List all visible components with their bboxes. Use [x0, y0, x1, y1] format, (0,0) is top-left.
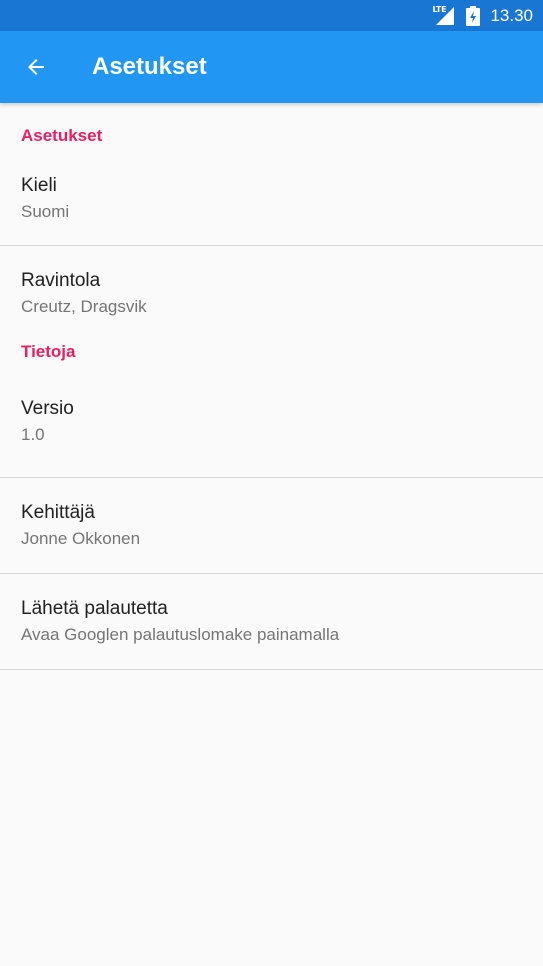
pref-title: Versio [21, 398, 74, 419]
arrow-back-icon [28, 59, 44, 75]
status-clock: 13.30 [490, 5, 533, 25]
section-header-settings: Asetukset [21, 126, 103, 145]
pref-title: Lähetä palautetta [21, 597, 168, 619]
status-bar: LTE 13.30 [0, 0, 543, 31]
pref-summary: Creutz, Dragsvik [21, 297, 147, 316]
divider [0, 669, 543, 670]
section-header-about: Tietoja [21, 342, 76, 361]
pref-version[interactable]: Versio 1.0 [0, 388, 543, 477]
back-button[interactable] [0, 31, 72, 103]
pref-title: Kieli [21, 175, 57, 196]
pref-language[interactable]: Kieli Suomi [0, 169, 543, 245]
pref-summary: Avaa Googlen palautuslomake painamalla [21, 624, 340, 644]
pref-send-feedback[interactable]: Lähetä palautetta Avaa Googlen palautusl… [0, 574, 543, 669]
pref-summary: Suomi [21, 202, 70, 221]
app-bar: Asetukset [0, 31, 543, 103]
preferences-list: Asetukset Kieli Suomi Ravintola Creutz, … [0, 103, 543, 670]
pref-title: Ravintola [21, 270, 101, 291]
pref-developer[interactable]: Kehittäjä Jonne Okkonen [0, 478, 543, 573]
pref-summary: 1.0 [21, 425, 45, 444]
page-title: Asetukset [92, 53, 207, 80]
battery-charging-icon [466, 5, 481, 26]
pref-title: Kehittäjä [21, 501, 95, 523]
pref-restaurant[interactable]: Ravintola Creutz, Dragsvik [0, 246, 543, 342]
lte-signal-icon: LTE [432, 4, 456, 28]
pref-summary: Jonne Okkonen [21, 528, 141, 548]
